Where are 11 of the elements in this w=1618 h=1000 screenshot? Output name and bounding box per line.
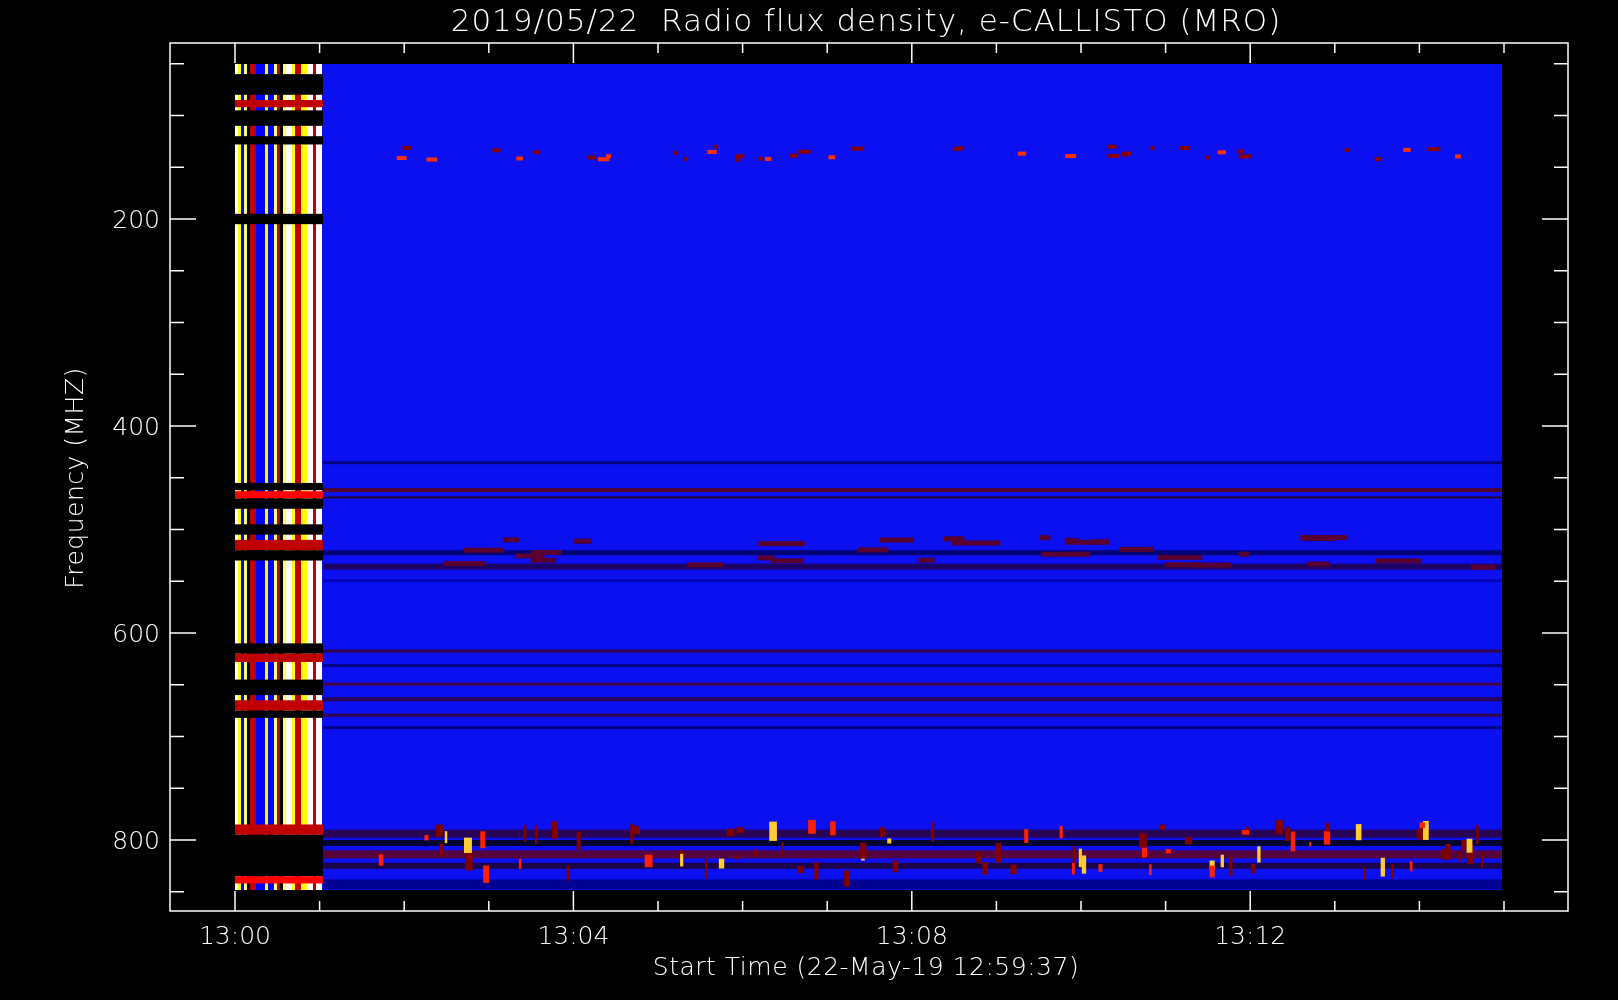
y-tick-label: 200 <box>112 205 160 234</box>
x-axis-title: Start Time (22-May-19 12:59:37) <box>652 952 1080 981</box>
x-tick-label: 13:00 <box>199 921 271 950</box>
x-tick-label: 13:12 <box>1214 921 1287 950</box>
y-tick-label: 400 <box>112 412 160 441</box>
x-tick-label: 13:04 <box>537 921 610 950</box>
chart-title: 2019/05/22 Radio flux density, e-CALLISTO (MRO) <box>450 2 1282 38</box>
y-axis-title: Frequency (MHZ) <box>60 367 89 589</box>
y-tick-label: 600 <box>112 619 160 648</box>
y-tick-label: 800 <box>112 826 160 855</box>
x-tick-label: 13:08 <box>875 921 948 950</box>
